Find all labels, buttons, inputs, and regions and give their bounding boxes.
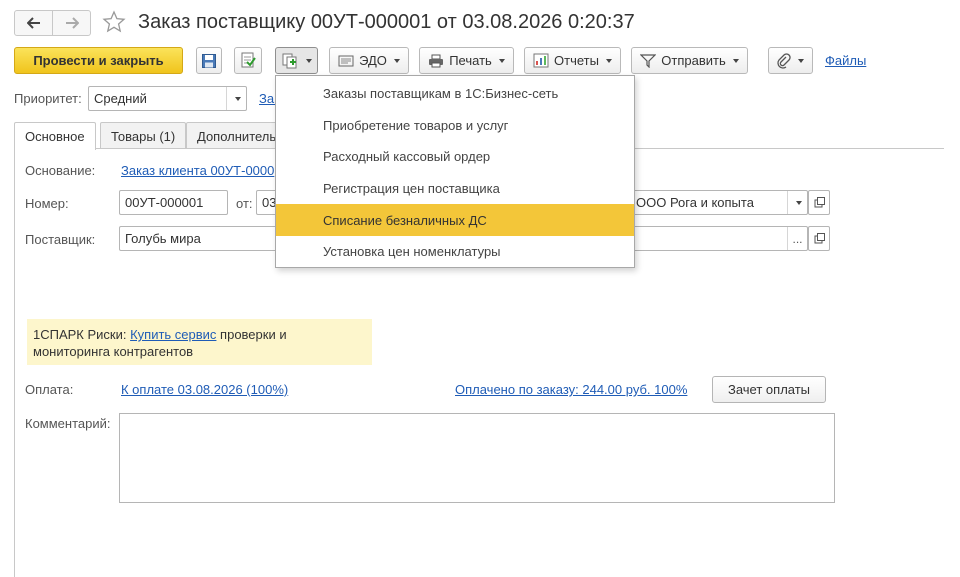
- reports-icon: [533, 53, 549, 68]
- edo-icon: [338, 55, 354, 66]
- ellipsis-icon[interactable]: ...: [787, 227, 807, 250]
- menu-item-supplier-price-registration[interactable]: Регистрация цен поставщика: [276, 173, 634, 205]
- chevron-down-icon: [498, 58, 505, 63]
- chevron-down-icon: [798, 58, 804, 63]
- spark-prefix: 1СПАРК Риски:: [33, 327, 131, 342]
- offset-payment-button[interactable]: Зачет оплаты: [712, 376, 826, 403]
- open-form-icon: [814, 197, 825, 208]
- send-icon: [640, 53, 657, 68]
- open-supplier-button[interactable]: [808, 226, 830, 251]
- date-label: от:: [236, 196, 253, 211]
- menu-item-supplier-orders-business-network[interactable]: Заказы поставщикам в 1С:Бизнес-сеть: [276, 78, 634, 110]
- navigation-buttons: [14, 10, 91, 36]
- menu-item-item-price-setting[interactable]: Установка цен номенклатуры: [276, 236, 634, 268]
- tab-additional[interactable]: Дополнитель: [186, 122, 286, 149]
- open-form-icon: [814, 233, 825, 244]
- create-based-on-menu: Заказы поставщикам в 1С:Бизнес-сеть Прио…: [275, 75, 635, 268]
- number-label: Номер:: [25, 196, 69, 211]
- files-link[interactable]: Файлы: [825, 53, 866, 68]
- menu-item-cash-outflow-order[interactable]: Расходный кассовый ордер: [276, 141, 634, 173]
- chevron-down-icon: [305, 58, 312, 63]
- organization-field[interactable]: ООО Рога и копыта: [630, 190, 808, 215]
- post-document-icon: [241, 52, 256, 68]
- comment-textarea[interactable]: [119, 413, 835, 503]
- basis-link[interactable]: Заказ клиента 00УТ-0000: [121, 163, 274, 178]
- post-document-button[interactable]: [234, 47, 262, 74]
- supplier-label: Поставщик:: [25, 232, 96, 247]
- arrow-right-icon: [65, 17, 79, 29]
- print-button[interactable]: Печать: [419, 47, 514, 74]
- open-organization-button[interactable]: [808, 190, 830, 215]
- create-based-on-icon: [282, 53, 296, 68]
- tab-main[interactable]: Основное: [14, 122, 96, 150]
- forward-button[interactable]: [52, 11, 90, 35]
- back-button[interactable]: [15, 11, 52, 35]
- create-based-on-button[interactable]: [275, 47, 318, 74]
- reports-button[interactable]: Отчеты: [524, 47, 621, 74]
- edo-label: ЭДО: [359, 53, 387, 68]
- reports-label: Отчеты: [554, 53, 599, 68]
- panel-border: [14, 148, 15, 577]
- favorite-star-icon[interactable]: [102, 10, 126, 37]
- floppy-disk-icon: [202, 53, 216, 68]
- priority-select[interactable]: Средний: [88, 86, 247, 111]
- payment-label: Оплата:: [25, 382, 74, 397]
- send-label: Отправить: [661, 53, 726, 68]
- number-field[interactable]: 00УТ-000001: [119, 190, 228, 215]
- print-label: Печать: [449, 53, 492, 68]
- tab-goods[interactable]: Товары (1): [100, 122, 187, 149]
- dropdown-arrow-icon[interactable]: [787, 191, 807, 214]
- menu-item-goods-services-purchase[interactable]: Приобретение товаров и услуг: [276, 110, 634, 142]
- spark-risks-banner: 1СПАРК Риски: Купить сервис проверки и м…: [27, 319, 372, 365]
- organization-value: ООО Рога и копыта: [636, 195, 754, 210]
- paid-by-order-link[interactable]: Оплачено по заказу: 244.00 руб. 100%: [455, 382, 687, 397]
- supplier-value: Голубь мира: [125, 231, 201, 246]
- payment-schedule-link[interactable]: К оплате 03.08.2026 (100%): [121, 382, 288, 397]
- dropdown-arrow-icon[interactable]: [226, 87, 246, 110]
- window-title: Заказ поставщику 00УТ-000001 от 03.08.20…: [138, 11, 635, 33]
- comment-label: Комментарий:: [25, 416, 111, 431]
- arrow-left-icon: [26, 17, 40, 29]
- chevron-down-icon: [732, 58, 739, 63]
- save-button[interactable]: [196, 47, 222, 74]
- priority-value: Средний: [94, 91, 147, 106]
- priority-label: Приоритет:: [14, 91, 82, 106]
- buy-service-link[interactable]: Купить сервис: [130, 327, 216, 342]
- paperclip-icon: [777, 52, 791, 69]
- menu-item-non-cash-write-off[interactable]: Списание безналичных ДС: [276, 204, 634, 236]
- basis-label: Основание:: [25, 163, 96, 178]
- chevron-down-icon: [605, 58, 612, 63]
- printer-icon: [429, 54, 444, 67]
- send-button[interactable]: Отправить: [631, 47, 748, 74]
- post-and-close-button[interactable]: Провести и закрыть: [14, 47, 183, 74]
- edo-button[interactable]: ЭДО: [329, 47, 409, 74]
- chevron-down-icon: [393, 58, 400, 63]
- attachments-button[interactable]: [768, 47, 813, 74]
